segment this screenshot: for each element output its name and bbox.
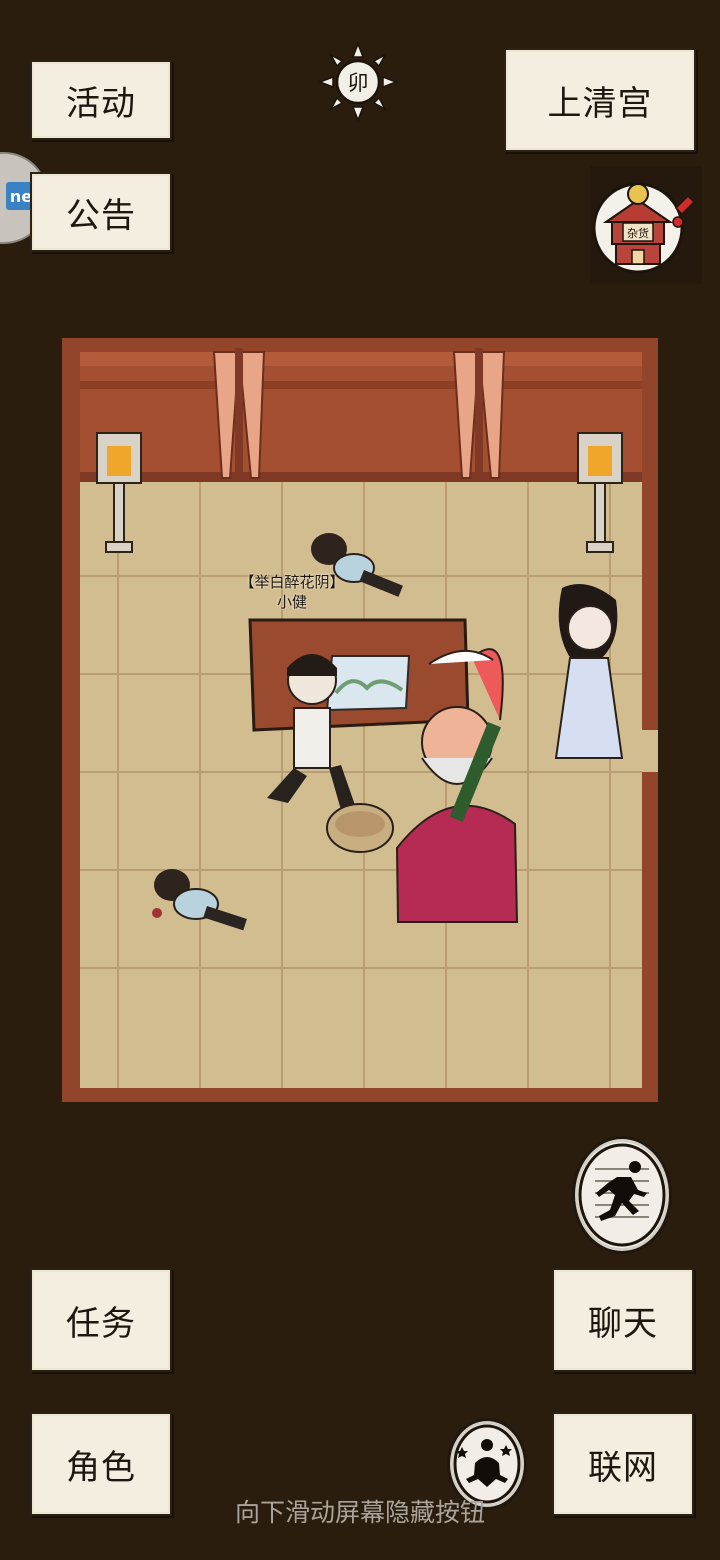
task-button[interactable]: 任务	[30, 1268, 172, 1372]
activity-label: 活动	[66, 83, 136, 124]
chat-button[interactable]: 聊天	[552, 1268, 694, 1372]
run-icon[interactable]	[572, 1136, 672, 1254]
shop-sign-text: 杂货	[627, 226, 649, 240]
chat-label: 聊天	[588, 1303, 658, 1344]
activity-button[interactable]: 活动	[30, 60, 172, 140]
notice-button[interactable]: 公告	[30, 172, 172, 252]
network-label: 联网	[588, 1447, 658, 1488]
swipe-hint: 向下滑动屏幕隐藏按钮	[234, 1498, 485, 1527]
player-name-label: 【举白醉花阴】 小健	[232, 572, 352, 612]
task-label: 任务	[66, 1303, 136, 1344]
notice-label: 公告	[66, 195, 136, 236]
location-label: 上清宫	[547, 83, 653, 124]
sun-icon: 卯	[318, 42, 398, 122]
location-button[interactable]: 上清宫	[504, 48, 696, 152]
role-label: 角色	[66, 1447, 136, 1488]
player-title: 【举白醉花阴】	[239, 573, 345, 591]
floor-cushion-icon	[326, 803, 394, 853]
general-store-icon[interactable]: 杂货	[590, 166, 702, 284]
room-map[interactable]	[62, 338, 658, 1102]
player-name: 小健	[276, 593, 307, 611]
time-hour-char: 卯	[348, 71, 369, 95]
